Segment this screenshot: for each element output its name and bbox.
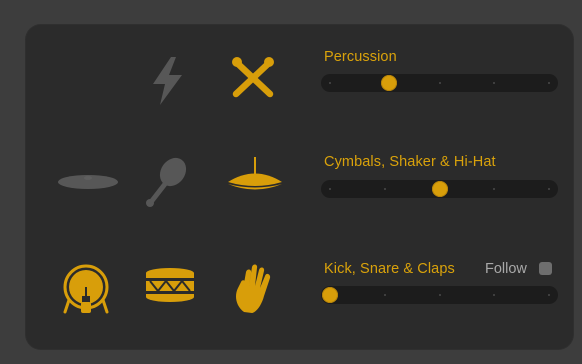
slider-tick <box>383 294 386 296</box>
slider-tick <box>548 188 550 190</box>
slider-tick <box>329 188 331 190</box>
kick-snare-claps-label: Kick, Snare & Claps <box>324 261 455 277</box>
drum-controls-panel: Percussion Cymbals, Shaker & Hi-Hat Kick… <box>25 24 574 350</box>
window-frame: Percussion Cymbals, Shaker & Hi-Hat Kick… <box>0 0 582 364</box>
maraca-icon[interactable] <box>145 156 189 208</box>
hi-hat-icon[interactable] <box>224 155 286 195</box>
slider-tick <box>493 188 496 190</box>
cymbals-shaker-hihat-label: Cymbals, Shaker & Hi-Hat <box>324 154 496 170</box>
kick-drum-icon[interactable] <box>59 262 113 316</box>
slider-tick <box>493 294 496 296</box>
slider-tick <box>548 82 550 84</box>
cymbal-icon[interactable] <box>57 172 119 192</box>
slider-tick <box>493 82 496 84</box>
drumsticks-icon[interactable] <box>228 56 278 100</box>
cymbals-shaker-hihat-slider[interactable] <box>321 180 558 198</box>
slider-thumb[interactable] <box>431 181 448 197</box>
follow-checkbox[interactable] <box>539 262 552 275</box>
follow-label: Follow <box>485 261 527 277</box>
slider-tick <box>548 294 550 296</box>
slider-tick <box>438 82 441 84</box>
slider-thumb[interactable] <box>322 287 338 303</box>
kick-snare-claps-slider[interactable] <box>321 286 558 304</box>
percussion-slider[interactable] <box>321 74 558 92</box>
hand-clap-icon[interactable] <box>232 262 276 314</box>
slider-thumb[interactable] <box>381 75 398 91</box>
lightning-icon[interactable] <box>150 56 186 106</box>
snare-drum-icon[interactable] <box>144 266 196 304</box>
slider-tick <box>438 294 441 296</box>
slider-tick <box>329 82 331 84</box>
slider-tick <box>383 188 386 190</box>
percussion-label: Percussion <box>324 49 397 65</box>
